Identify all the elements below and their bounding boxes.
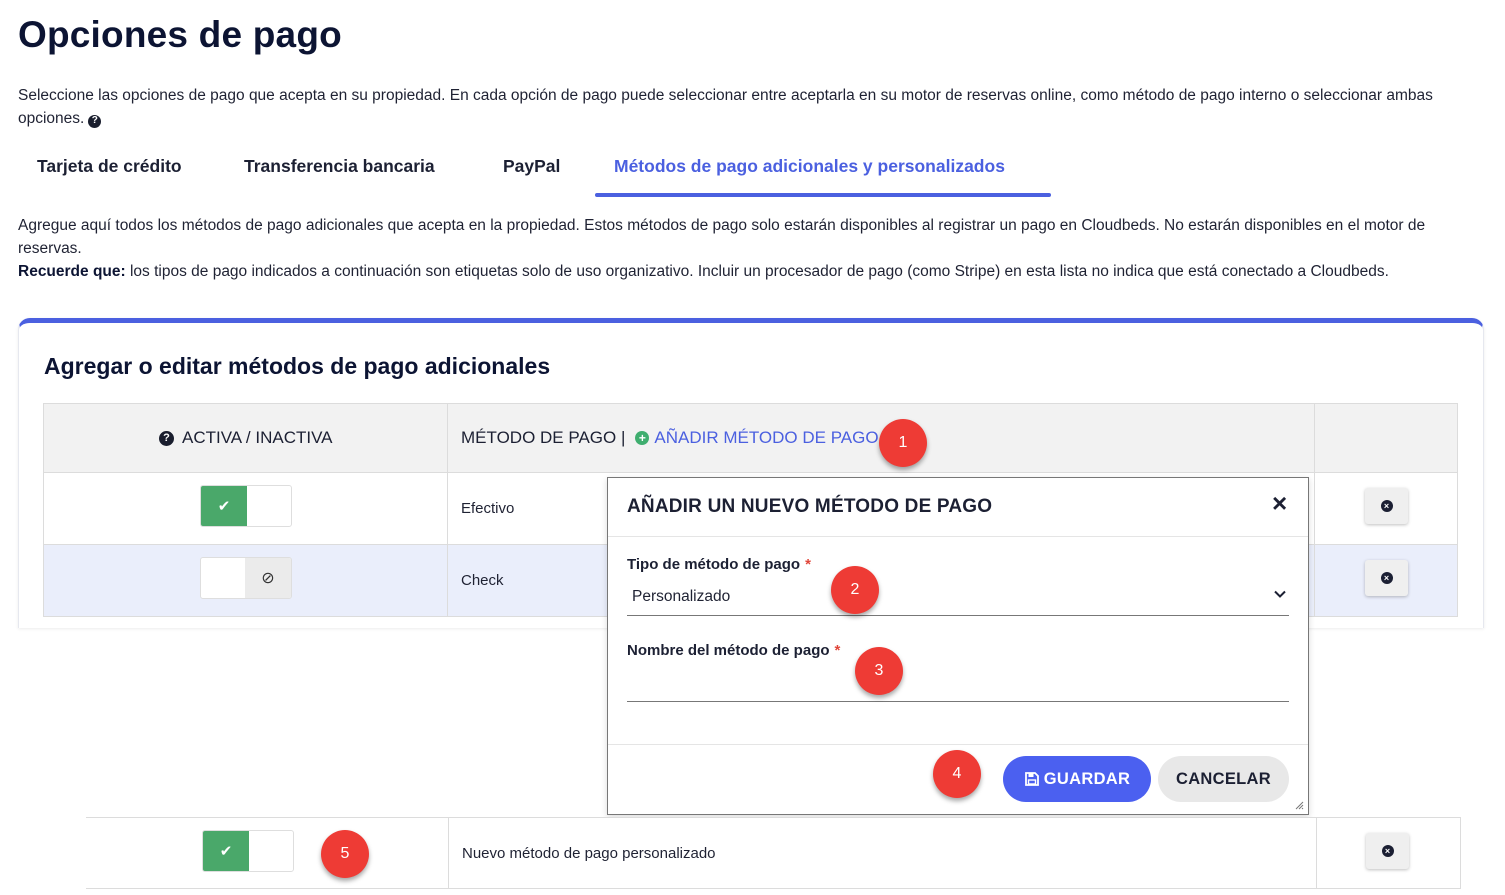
resize-handle-icon[interactable] xyxy=(1294,800,1304,810)
delete-button[interactable]: × xyxy=(1366,833,1409,869)
header-active: ? ACTIVA / INACTIVA xyxy=(159,404,333,472)
remember-text: los tipos de pago indicados a continuaci… xyxy=(125,263,1389,280)
ban-icon: ⊘ xyxy=(245,558,291,598)
header-method: MÉTODO DE PAGO | + AÑADIR MÉTODO DE PAGO xyxy=(461,428,879,448)
remember-label: Recuerde que: xyxy=(18,263,126,280)
modal-divider xyxy=(608,536,1308,537)
tab-paypal[interactable]: PayPal xyxy=(503,150,560,196)
step-badge-5: 5 xyxy=(321,830,369,878)
inactive-toggle[interactable]: ⊘ xyxy=(200,557,292,599)
column-divider xyxy=(447,404,448,472)
delete-button[interactable]: × xyxy=(1365,488,1408,524)
column-divider xyxy=(447,545,448,616)
help-icon[interactable]: ? xyxy=(159,430,174,446)
column-divider xyxy=(448,818,449,888)
name-underline xyxy=(627,701,1289,702)
tab-credit-card[interactable]: Tarjeta de crédito xyxy=(37,150,182,196)
floppy-disk-icon xyxy=(1024,772,1039,786)
intro-text: Seleccione las opciones de pago que acep… xyxy=(18,87,1433,128)
description-line: Agregue aquí todos los métodos de pago a… xyxy=(18,217,1426,257)
modal-title: AÑADIR UN NUEVO MÉTODO DE PAGO xyxy=(627,496,993,517)
method-name: Check xyxy=(461,572,504,589)
required-mark: * xyxy=(834,642,841,659)
method-name: Nuevo método de pago personalizado xyxy=(462,845,716,862)
close-circle-icon: × xyxy=(1380,500,1393,512)
modal-divider xyxy=(608,744,1308,745)
method-name: Efectivo xyxy=(461,500,515,517)
help-icon[interactable]: ? xyxy=(88,114,102,128)
column-divider xyxy=(1314,545,1315,616)
plus-circle-icon: + xyxy=(635,431,650,445)
column-divider xyxy=(1314,473,1315,544)
table-header: ? ACTIVA / INACTIVA MÉTODO DE PAGO | + A… xyxy=(43,403,1458,473)
cancel-button[interactable]: CANCELAR xyxy=(1158,756,1289,802)
required-mark: * xyxy=(805,556,811,573)
close-circle-icon: × xyxy=(1381,845,1394,857)
add-payment-method-link[interactable]: + AÑADIR MÉTODO DE PAGO xyxy=(635,428,879,448)
step-badge-4: 4 xyxy=(933,750,981,798)
active-toggle[interactable]: ✔ xyxy=(200,485,292,527)
column-divider xyxy=(1316,818,1317,888)
step-badge-2: 2 xyxy=(831,566,879,614)
close-icon[interactable]: × xyxy=(1272,490,1287,516)
page-title: Opciones de pago xyxy=(18,14,342,55)
remember-note: Recuerde que: los tipos de pago indicado… xyxy=(18,260,1478,283)
check-icon: ✔ xyxy=(201,486,247,526)
step-badge-1: 1 xyxy=(879,419,927,467)
type-label: Tipo de método de pago * xyxy=(627,556,811,573)
name-input[interactable] xyxy=(627,666,1289,700)
tab-bank-transfer[interactable]: Transferencia bancaria xyxy=(244,150,435,196)
active-tab-indicator xyxy=(595,193,1051,197)
column-divider xyxy=(447,473,448,544)
type-underline xyxy=(627,615,1289,616)
check-icon: ✔ xyxy=(203,831,249,871)
step-badge-3: 3 xyxy=(855,647,903,695)
delete-button[interactable]: × xyxy=(1365,560,1408,596)
type-select[interactable]: Personalizado xyxy=(632,588,730,606)
tab-additional-methods[interactable]: Métodos de pago adicionales y personaliz… xyxy=(614,150,1005,196)
save-button[interactable]: GUARDAR xyxy=(1003,756,1151,802)
description: Agregue aquí todos los métodos de pago a… xyxy=(18,214,1478,283)
close-circle-icon: × xyxy=(1380,572,1393,584)
table-row: ✔ Nuevo método de pago personalizado × xyxy=(86,817,1461,889)
active-toggle[interactable]: ✔ xyxy=(202,830,294,872)
name-label: Nombre del método de pago * xyxy=(627,642,841,659)
chevron-down-icon[interactable] xyxy=(1272,586,1288,602)
column-divider xyxy=(1314,404,1315,472)
card-title: Agregar o editar métodos de pago adicion… xyxy=(44,353,551,379)
